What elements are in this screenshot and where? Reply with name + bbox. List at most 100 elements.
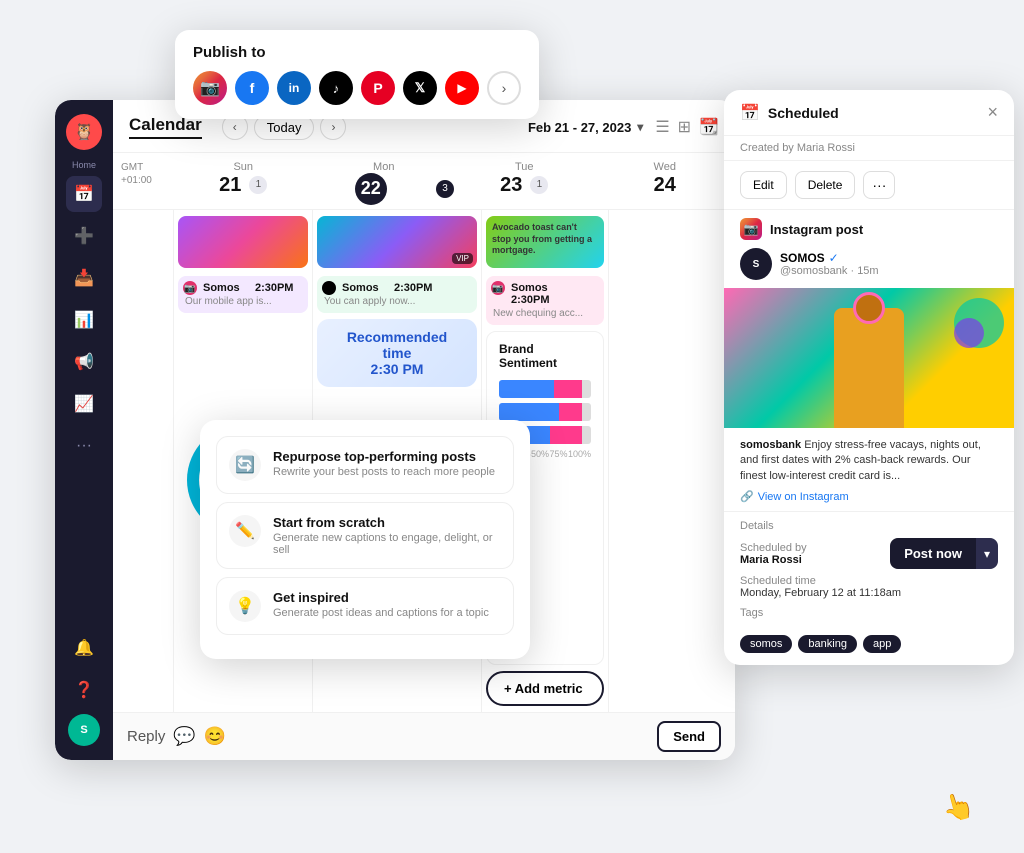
reply-label[interactable]: Reply [127,728,165,745]
instagram-event-icon: 📷 [183,281,197,295]
rec-time-label: Recommended time [331,329,463,361]
more-networks-btn[interactable]: › [487,71,521,105]
inspire-desc: Generate post ideas and captions for a t… [273,607,489,619]
instagram-publish-btn[interactable]: 📷 [193,71,227,105]
day-header-mon: Mon 22 3 [314,153,455,209]
sentiment-bar-1 [499,380,591,398]
post-image [724,288,1014,428]
sidebar-logo: 🦉 [66,114,102,150]
pink-bar-1 [554,380,582,398]
gray-bar-3 [582,426,591,444]
pinterest-publish-btn[interactable]: P [361,71,395,105]
post-now-button[interactable]: Post now [890,538,976,569]
post-time: @somosbank · 15m [780,265,879,277]
event-card-mon-1[interactable]: 𝕏 Somos 2:30PM You can apply now... [317,276,477,313]
ai-suggestions-panel: 🔄 Repurpose top-performing posts Rewrite… [200,420,530,659]
sidebar-item-reports[interactable]: 📈 [66,386,102,422]
message-icon[interactable]: 💬 [173,726,195,747]
ai-item-repurpose-text: Repurpose top-performing posts Rewrite y… [273,449,495,478]
calendar-view-icon[interactable]: 📆 [699,117,719,137]
scheduled-by-val: Maria Rossi [740,554,807,566]
home-label: Home [72,160,96,170]
event-desc-tue: New chequing acc... [493,308,597,319]
event-title-tue: Somos 2:30PM [511,282,597,306]
woman-body [834,308,904,428]
gmt-label: GMT+01:00 [113,153,173,209]
event-desc: Our mobile app is... [185,296,301,307]
day-header-sun: Sun 21 1 [173,153,314,209]
blue-bar-2 [499,403,559,421]
user-info: SOMOS ✓ @somosbank · 15m [780,251,879,277]
ai-item-inspire-text: Get inspired Generate post ideas and cap… [273,590,489,619]
post-image-overlay [724,288,1014,428]
scheduled-close-btn[interactable]: × [987,102,998,123]
woman-head [853,292,885,324]
scheduled-time-label: Scheduled time [740,575,998,587]
ai-item-inspire[interactable]: 💡 Get inspired Generate post ideas and c… [216,577,514,635]
user-row: S SOMOS ✓ @somosbank · 15m [724,244,1014,288]
publish-panel: Publish to 📷 f in ♪ P 𝕏 ▶ › [175,30,539,119]
facebook-publish-btn[interactable]: f [235,71,269,105]
wednesday-events [608,210,735,712]
sidebar-item-more[interactable]: ··· [66,428,102,464]
sidebar-item-add[interactable]: ➕ [66,218,102,254]
ai-item-scratch[interactable]: ✏️ Start from scratch Generate new capti… [216,502,514,569]
sidebar-item-bell[interactable]: 🔔 [66,630,102,666]
gray-bar-1 [582,380,591,398]
ai-item-scratch-text: Start from scratch Generate new captions… [273,515,501,556]
gray-bar-2 [582,403,591,421]
time-column [113,210,173,712]
event-card-sun-1[interactable]: 📷 Somos 2:30PM Our mobile app is... [178,276,308,313]
sidebar-avatar[interactable]: S [68,714,100,746]
date-range-chevron-icon[interactable]: ▾ [637,120,643,134]
inspire-icon: 💡 [229,590,261,622]
tag-app[interactable]: app [863,635,901,653]
emoji-icon[interactable]: 😊 [204,726,226,747]
scheduled-title: Scheduled [768,105,839,121]
publish-icons: 📷 f in ♪ P 𝕏 ▶ › [193,71,521,105]
rec-time-value: 2:30 PM [331,361,463,377]
sidebar-item-inbox[interactable]: 📥 [66,260,102,296]
edit-button[interactable]: Edit [740,171,787,199]
tag-banking[interactable]: banking [798,635,857,653]
platform-row: 📷 Instagram post [724,210,1014,244]
post-details: Details Scheduled by Maria Rossi Post no… [724,511,1014,627]
grid-view-icon[interactable]: ⊞ [678,117,691,137]
platform-label: Instagram post [770,222,863,237]
circle-decoration-2 [954,318,984,348]
post-now-wrap: Post now ▾ [890,538,998,569]
sidebar-item-analytics[interactable]: 📊 [66,302,102,338]
tag-somos[interactable]: somos [740,635,792,653]
sidebar-item-help[interactable]: ❓ [66,672,102,708]
post-tags: somos banking app [724,627,1014,665]
twitter-publish-btn[interactable]: 𝕏 [403,71,437,105]
view-on-instagram-link[interactable]: 🔗 View on Instagram [724,488,1014,511]
username: SOMOS [780,251,825,265]
scheduled-by-label: Scheduled by [740,542,807,554]
logo-text: 🦉 [74,122,94,142]
add-metric-btn[interactable]: + Add metric [486,671,604,706]
view-icons: ☰ ⊞ 📆 [655,117,719,137]
blue-bar-1 [499,380,554,398]
delete-button[interactable]: Delete [795,171,856,199]
more-options-btn[interactable]: ··· [863,171,895,199]
days-header: GMT+01:00 Sun 21 1 Mon 22 3 Tue 23 1 [113,153,735,210]
send-button[interactable]: Send [657,721,721,752]
verified-icon: ✓ [829,251,839,265]
scheduled-panel: 📅 Scheduled × Created by Maria Rossi Edi… [724,90,1014,665]
event-card-tue-1[interactable]: 📷 Somos 2:30PM New chequing acc... [486,276,604,325]
sidebar: 🦉 Home 📅 ➕ 📥 📊 📢 📈 ··· 🔔 ❓ S [55,100,113,760]
event-image-mon: VIP [317,216,477,268]
linkedin-publish-btn[interactable]: in [277,71,311,105]
youtube-publish-btn[interactable]: ▶ [445,71,479,105]
sidebar-item-campaigns[interactable]: 📢 [66,344,102,380]
view-link-text: View on Instagram [758,491,849,503]
sidebar-item-calendar[interactable]: 📅 [66,176,102,212]
ai-item-repurpose[interactable]: 🔄 Repurpose top-performing posts Rewrite… [216,436,514,494]
tags-label: Tags [740,607,998,619]
sentiment-bar-2 [499,403,591,421]
list-view-icon[interactable]: ☰ [655,117,669,137]
pink-bar-3 [550,426,582,444]
tiktok-publish-btn[interactable]: ♪ [319,71,353,105]
post-now-dropdown-btn[interactable]: ▾ [976,538,998,569]
